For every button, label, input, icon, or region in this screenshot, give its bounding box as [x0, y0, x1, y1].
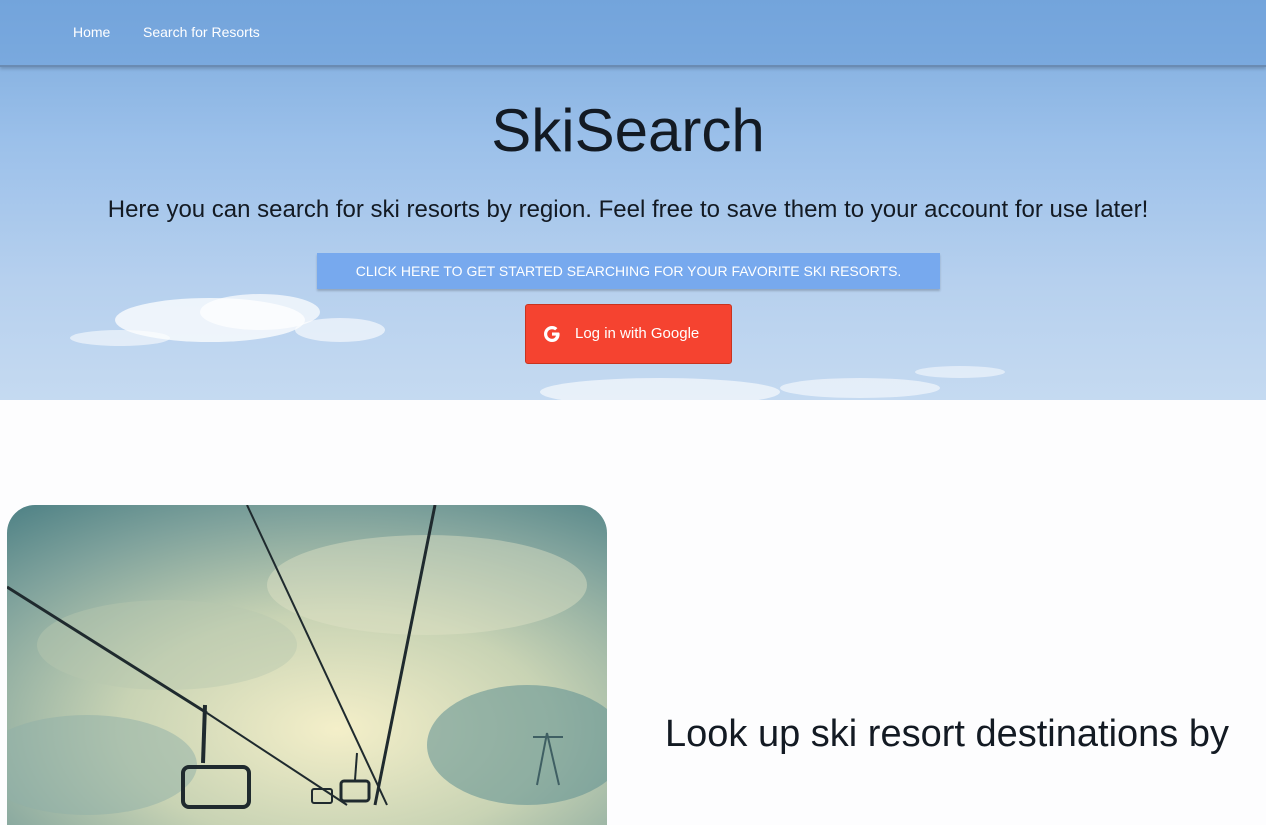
- hero-section: Home Search for Resorts SkiSearch Here y…: [0, 0, 1266, 400]
- get-started-button[interactable]: CLICK HERE TO GET STARTED SEARCHING FOR …: [317, 253, 940, 289]
- ski-lift-photo: [7, 505, 607, 825]
- navbar: Home Search for Resorts: [0, 0, 1266, 67]
- nav-home-link[interactable]: Home: [73, 24, 110, 40]
- google-login-button[interactable]: Log in with Google: [525, 304, 732, 364]
- page-subtitle: Here you can search for ski resorts by r…: [107, 196, 1149, 223]
- feature-heading: Look up ski resort destinations by: [665, 713, 1229, 755]
- google-g-icon: [544, 326, 560, 342]
- google-login-label: Log in with Google: [575, 325, 700, 342]
- ski-lift-image: [7, 505, 607, 825]
- page-title: SkiSearch: [491, 97, 765, 164]
- nav-search-resorts-link[interactable]: Search for Resorts: [143, 24, 260, 40]
